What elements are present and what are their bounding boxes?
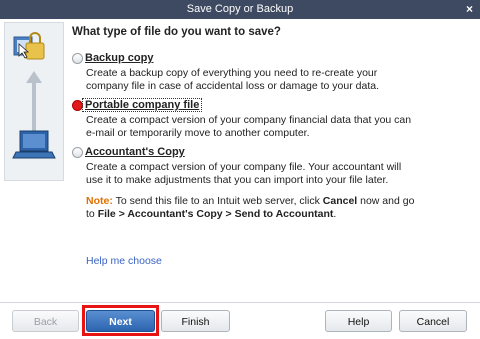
next-button-highlight — [82, 305, 159, 336]
option-description: Create a compact version of your company… — [86, 161, 402, 186]
radio-backup-copy[interactable] — [72, 53, 83, 64]
laptop-icon — [12, 130, 56, 159]
save-copy-dialog: Save Copy or Backup × What type of file … — [0, 0, 480, 339]
option-description: Create a backup copy of everything you n… — [86, 67, 379, 92]
help-me-choose-link[interactable]: Help me choose — [86, 255, 162, 267]
title-bar: Save Copy or Backup × — [0, 0, 480, 19]
footer-divider — [0, 302, 480, 303]
radio-accountants-copy[interactable] — [72, 147, 83, 158]
back-button[interactable]: Back — [12, 310, 79, 332]
note-label: Note: — [86, 195, 113, 207]
option-label[interactable]: Accountant's Copy — [85, 146, 185, 158]
wizard-sidebar-illustration — [4, 22, 64, 181]
cancel-button[interactable]: Cancel — [399, 310, 467, 332]
window-close-icon[interactable]: × — [466, 2, 473, 16]
note-text: Note: To send this file to an Intuit web… — [86, 195, 415, 220]
option-label[interactable]: Portable company file — [81, 98, 203, 112]
help-button[interactable]: Help — [325, 310, 392, 332]
finish-button[interactable]: Finish — [161, 310, 230, 332]
window-title: Save Copy or Backup — [186, 3, 294, 15]
option-label[interactable]: Backup copy — [85, 52, 153, 64]
radio-portable-company-file[interactable] — [72, 100, 83, 111]
question-heading: What type of file do you want to save? — [72, 26, 281, 38]
option-description: Create a compact version of your company… — [86, 114, 412, 139]
